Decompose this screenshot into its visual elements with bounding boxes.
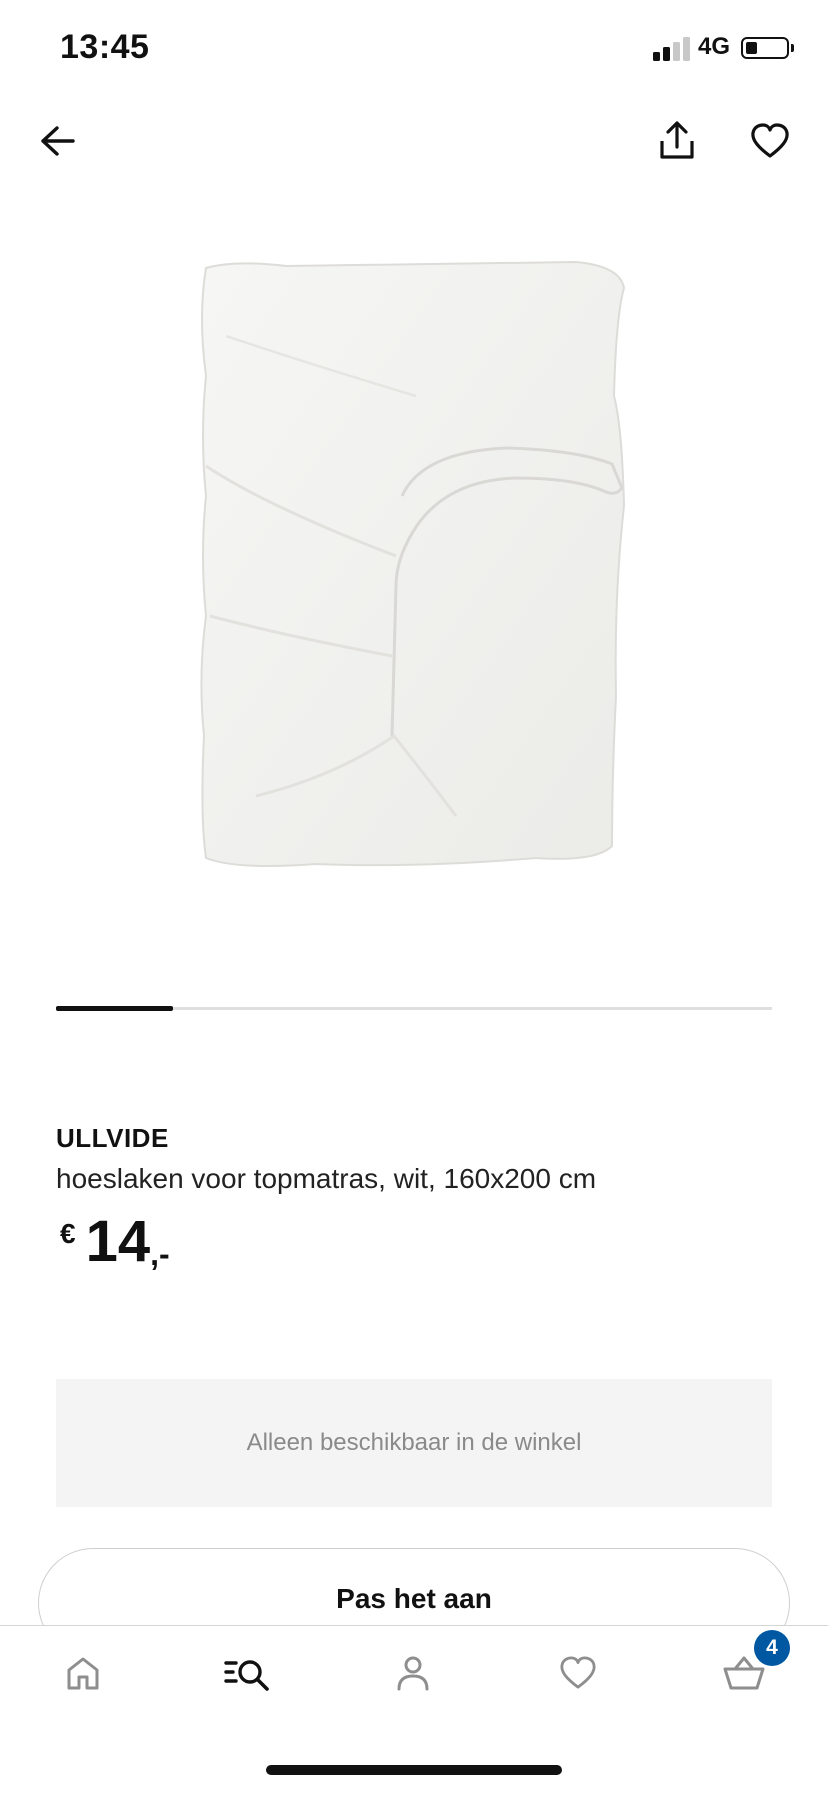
tab-search[interactable] [218,1650,278,1696]
signal-bar-4 [683,37,690,61]
availability-box: Alleen beschikbaar in de winkel [56,1379,772,1507]
tab-account[interactable] [383,1650,443,1696]
status-time: 13:45 [60,28,150,66]
product-description: hoeslaken voor topmatras, wit, 160x200 c… [56,1163,597,1194]
price-currency: € [60,1218,76,1249]
heart-icon [560,1656,596,1689]
share-icon [660,121,694,159]
signal-bar-1 [653,52,660,61]
search-icon [224,1660,269,1691]
price-integer: 14 [85,1209,151,1274]
tab-favorites[interactable] [548,1650,608,1696]
signal-icon [653,37,690,61]
signal-bar-2 [663,47,670,61]
network-label: 4G [698,33,731,60]
product-image[interactable] [196,256,632,876]
carousel-progress[interactable] [56,1006,772,1011]
heart-icon [751,123,789,158]
home-indicator [266,1765,562,1775]
sheet-body [200,260,626,867]
signal-bar-3 [673,42,680,61]
battery-level [746,42,757,54]
product-name: ULLVIDE [56,1123,169,1153]
price-decimal: ,- [150,1236,170,1272]
tab-home[interactable] [53,1650,113,1696]
home-icon [67,1657,99,1690]
person-icon [397,1656,429,1691]
availability-text: Alleen beschikbaar in de winkel [246,1429,582,1456]
share-button[interactable] [654,116,700,166]
battery-cap [791,44,794,52]
carousel-progress-fill [56,1006,173,1011]
product-price: € 14 ,- [60,1210,170,1274]
favorite-button[interactable] [746,118,794,164]
back-button[interactable] [34,118,80,164]
arrow-left-icon [41,126,75,156]
cart-count-badge: 4 [754,1630,790,1666]
battery-icon [741,37,789,59]
